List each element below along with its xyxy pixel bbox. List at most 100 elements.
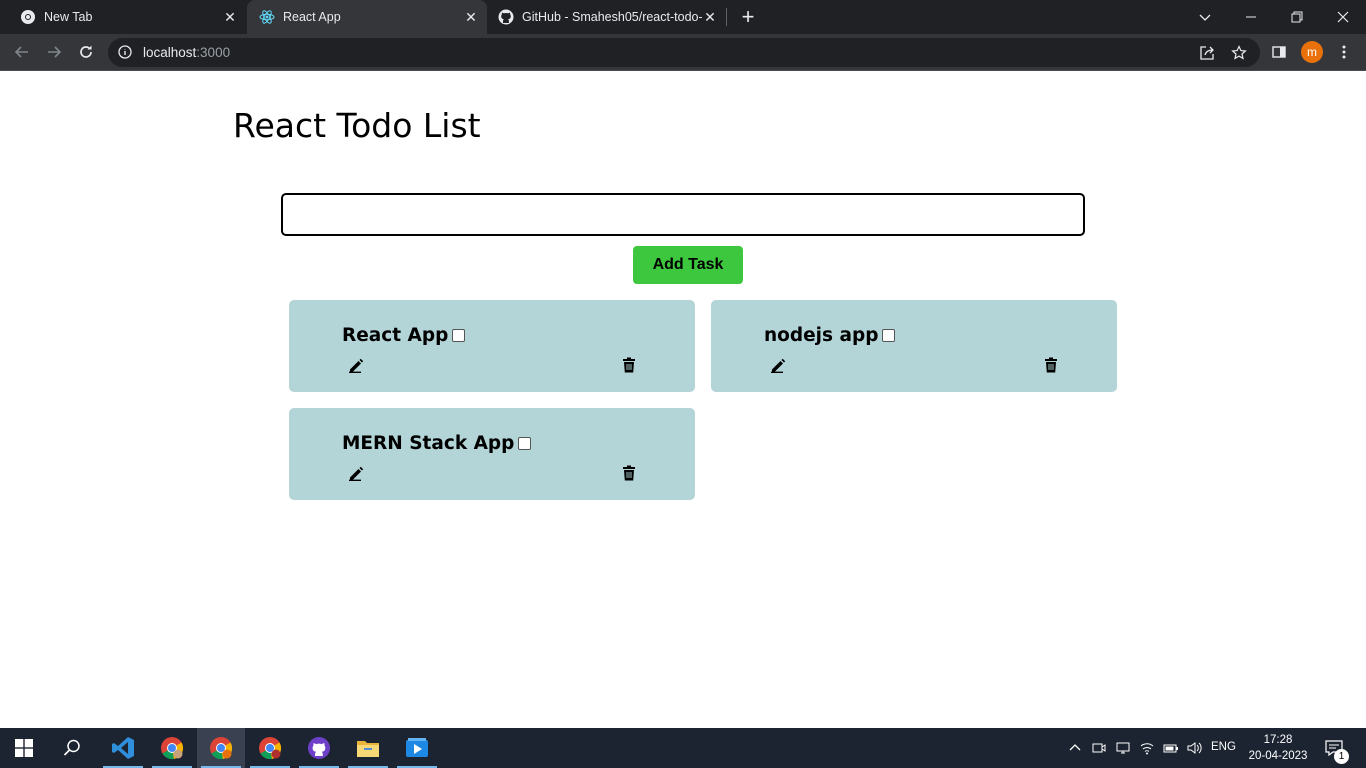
star-icon[interactable] — [1230, 44, 1248, 62]
tray-camera[interactable] — [1088, 728, 1110, 768]
tray-display[interactable] — [1112, 728, 1134, 768]
task-name: nodejs app — [764, 325, 879, 346]
volume-icon — [1187, 742, 1202, 754]
minimize-button[interactable] — [1228, 0, 1274, 34]
tray-network[interactable] — [1136, 728, 1158, 768]
add-task-button[interactable]: Add Task — [633, 246, 743, 284]
start-button[interactable] — [0, 728, 48, 768]
taskbar-vscode[interactable] — [99, 728, 147, 768]
taskbar: ENG 17:28 20-04-2023 — [0, 728, 1366, 768]
share-icon[interactable] — [1198, 44, 1216, 62]
clock-date: 20-04-2023 — [1248, 750, 1308, 762]
taskbar-chrome-3[interactable] — [246, 728, 294, 768]
info-icon[interactable] — [118, 45, 132, 59]
task-checkbox[interactable] — [882, 329, 896, 342]
edit-icon[interactable] — [348, 465, 364, 481]
github-icon — [498, 9, 514, 25]
chrome-icon — [210, 737, 233, 760]
browser-tab-strip: New Tab ✕ React App ✕ GitHub - Smahesh05… — [0, 0, 1366, 34]
forward-button[interactable] — [42, 40, 66, 64]
wifi-icon — [1140, 743, 1154, 755]
page-title: React Todo List — [233, 106, 481, 145]
notification-count-badge: 1 — [1334, 749, 1349, 764]
taskbar-media-player[interactable] — [393, 728, 441, 768]
close-icon[interactable]: ✕ — [222, 9, 238, 25]
edit-icon[interactable] — [348, 357, 364, 373]
show-hidden-icons[interactable] — [1064, 728, 1086, 768]
profile-avatar[interactable]: m — [1301, 41, 1323, 63]
close-icon — [1337, 11, 1349, 23]
search-button[interactable] — [48, 728, 96, 768]
task-name-row: nodejs app — [764, 325, 896, 346]
tab-new-tab[interactable]: New Tab ✕ — [0, 0, 246, 34]
github-icon — [308, 737, 330, 759]
task-input[interactable] — [281, 193, 1085, 236]
search-icon — [63, 739, 80, 756]
chrome-icon — [161, 737, 184, 760]
folder-icon — [357, 741, 379, 757]
address-bar[interactable]: localhost:3000 — [108, 38, 1260, 67]
video-player-icon — [406, 738, 428, 757]
tab-title: New Tab — [44, 10, 93, 24]
restore-button[interactable] — [1274, 0, 1320, 34]
camera-icon — [1092, 743, 1106, 753]
tab-github[interactable]: GitHub - Smahesh05/react-todo- ✕ — [488, 0, 726, 34]
task-name-row: MERN Stack App — [342, 433, 532, 454]
task-checkbox[interactable] — [452, 329, 466, 342]
taskbar-chrome-1[interactable] — [148, 728, 196, 768]
minimize-icon — [1246, 16, 1256, 18]
taskbar-chrome-2[interactable] — [197, 728, 245, 768]
trash-icon[interactable] — [622, 357, 636, 373]
react-icon — [259, 9, 275, 25]
task-card: MERN Stack App — [289, 408, 695, 500]
chrome-icon — [20, 9, 36, 25]
chevron-up-icon — [1069, 744, 1081, 751]
tab-title: GitHub - Smahesh05/react-todo- — [522, 10, 702, 24]
task-checkbox[interactable] — [518, 437, 532, 450]
taskbar-file-explorer[interactable] — [344, 728, 392, 768]
tab-separator — [726, 8, 727, 26]
task-name: MERN Stack App — [342, 433, 515, 454]
trash-icon[interactable] — [622, 465, 636, 481]
windows-icon — [15, 739, 33, 757]
side-panel-button[interactable] — [1267, 40, 1291, 64]
side-panel-icon — [1272, 46, 1286, 58]
chrome-icon — [259, 737, 282, 760]
url-host: localhost — [143, 45, 197, 60]
tab-react-app[interactable]: React App ✕ — [247, 0, 487, 34]
task-name-row: React App — [342, 325, 466, 346]
url-port: :3000 — [196, 45, 231, 60]
reload-button[interactable] — [74, 40, 98, 64]
arrow-left-icon — [14, 46, 28, 58]
address-url: localhost:3000 — [143, 45, 230, 60]
restore-icon — [1291, 11, 1303, 23]
chevron-down-icon — [1199, 14, 1211, 21]
battery-icon — [1163, 744, 1178, 753]
more-vert-icon — [1342, 45, 1346, 59]
clock[interactable]: 17:28 20-04-2023 — [1248, 732, 1308, 764]
tray-volume[interactable] — [1184, 728, 1206, 768]
vscode-icon — [112, 737, 134, 759]
close-window-button[interactable] — [1320, 0, 1366, 34]
taskbar-github-desktop[interactable] — [295, 728, 343, 768]
new-tab-button[interactable]: + — [736, 4, 760, 29]
browser-toolbar: localhost:3000 m — [0, 34, 1366, 71]
close-icon[interactable]: ✕ — [702, 9, 718, 25]
back-button[interactable] — [10, 40, 34, 64]
display-icon — [1116, 742, 1130, 754]
arrow-right-icon — [48, 46, 62, 58]
tab-title: React App — [283, 10, 341, 24]
close-icon[interactable]: ✕ — [463, 9, 479, 25]
trash-icon[interactable] — [1044, 357, 1058, 373]
reload-icon — [80, 45, 92, 58]
task-card: nodejs app — [711, 300, 1117, 392]
clock-time: 17:28 — [1263, 734, 1293, 746]
task-name: React App — [342, 325, 449, 346]
language-indicator[interactable]: ENG — [1211, 741, 1236, 753]
tray-battery[interactable] — [1160, 728, 1182, 768]
edit-icon[interactable] — [770, 357, 786, 373]
tab-search-button[interactable] — [1182, 0, 1228, 34]
task-card: React App — [289, 300, 695, 392]
menu-button[interactable] — [1332, 40, 1356, 64]
page-viewport: React Todo List Add Task React App nodej… — [0, 71, 1366, 728]
